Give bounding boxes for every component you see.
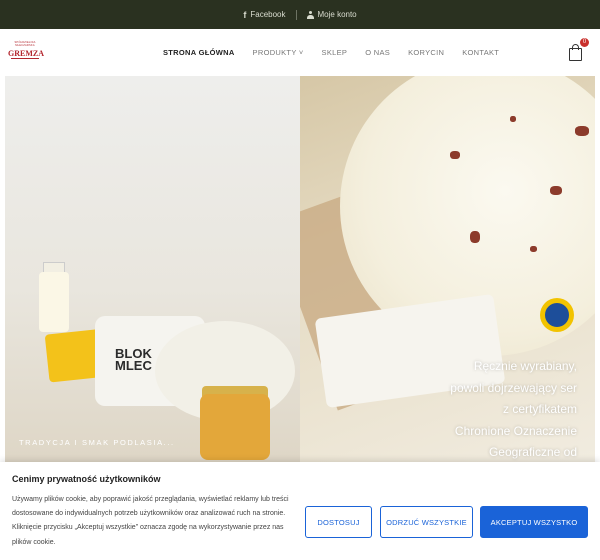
hero-left-panel[interactable]: BLOK MLEC TRADYCJA I SMAK PODLASIA... bbox=[5, 76, 300, 462]
hero-right-text: Ręcznie wyrabiany, powoli dojrzewający s… bbox=[450, 356, 577, 462]
nav-item-home[interactable]: STRONA GŁÓWNA bbox=[163, 48, 235, 57]
hero-left-caption: TRADYCJA I SMAK PODLASIA... bbox=[19, 438, 175, 447]
hero-text-line: z certyfikatem bbox=[502, 402, 577, 416]
reject-all-button[interactable]: ODRZUĆ WSZYSTKIE bbox=[380, 506, 473, 538]
hero-text-line: powoli dojrzewający ser bbox=[450, 380, 577, 395]
milk-bottle-image bbox=[39, 272, 69, 332]
cookie-consent-banner: Cenimy prywatność użytkowników Używamy p… bbox=[0, 462, 600, 560]
facebook-icon: f bbox=[243, 9, 247, 20]
facebook-label: Facebook bbox=[250, 10, 286, 19]
logo[interactable]: SPÓŁDZIELNIA MLECZARSKA GREMZA bbox=[8, 41, 44, 65]
hero-right-panel[interactable]: Ręcznie wyrabiany, powoli dojrzewający s… bbox=[300, 76, 595, 462]
cart-button[interactable]: 0 bbox=[568, 38, 589, 62]
account-label: Moje konto bbox=[317, 10, 357, 19]
hero-text-line: Ręcznie wyrabiany, bbox=[473, 359, 577, 373]
top-bar: f Facebook Moje konto bbox=[0, 0, 600, 29]
cart-count-badge: 0 bbox=[580, 38, 589, 47]
nav-item-shop[interactable]: SKLEP bbox=[322, 48, 348, 57]
logo-underline bbox=[11, 58, 39, 59]
shopping-bag-body bbox=[569, 48, 582, 61]
product-label-text: BLOK MLEC bbox=[115, 346, 152, 373]
customize-button[interactable]: DOSTOSUJ bbox=[305, 506, 372, 538]
topbar-divider bbox=[295, 9, 297, 20]
main-nav: STRONA GŁÓWNA PRODUKTY ˅ SKLEP O NAS KOR… bbox=[163, 29, 499, 76]
nav-item-korycin[interactable]: KORYCIN bbox=[408, 48, 444, 57]
cookie-description: Używamy plików cookie, aby poprawić jako… bbox=[12, 496, 289, 546]
logo-arc-text: SPÓŁDZIELNIA MLECZARSKA bbox=[14, 41, 36, 47]
pdo-certificate-icon bbox=[540, 298, 574, 332]
cookie-title: Cenimy prywatność użytkowników bbox=[12, 474, 161, 484]
accept-all-button[interactable]: AKCEPTUJ WSZYSTKO bbox=[480, 506, 588, 538]
nav-item-contact[interactable]: KONTAKT bbox=[462, 48, 499, 57]
hero-text-line: Chronione Oznaczenie bbox=[454, 423, 577, 438]
user-icon bbox=[306, 10, 314, 19]
nav-item-about[interactable]: O NAS bbox=[365, 48, 390, 57]
pepper-jar-image bbox=[200, 394, 270, 460]
nav-item-products[interactable]: PRODUKTY ˅ bbox=[253, 48, 304, 57]
facebook-link[interactable]: f Facebook bbox=[243, 10, 285, 20]
logo-name: GREMZA bbox=[8, 49, 44, 58]
site-header: SPÓŁDZIELNIA MLECZARSKA GREMZA STRONA GŁ… bbox=[0, 29, 600, 76]
account-link[interactable]: Moje konto bbox=[306, 10, 357, 19]
hero-text-line: Geograficzne od bbox=[488, 445, 577, 459]
